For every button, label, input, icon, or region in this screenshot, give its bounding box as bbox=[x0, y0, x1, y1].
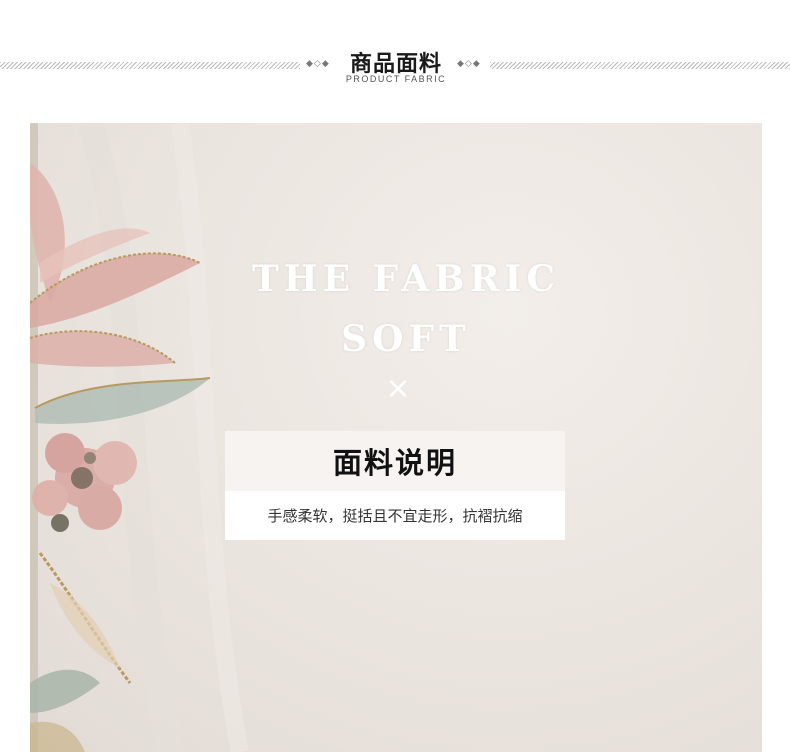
hatch-divider-left bbox=[0, 62, 300, 69]
diamond-ornament-left-icon: ◆◇◆ bbox=[306, 59, 330, 69]
fabric-info-box: 面料说明 手感柔软，挺括且不宜走形，抗褶抗缩 bbox=[225, 431, 565, 540]
fabric-photo: THE FABRIC SOFT × 面料说明 手感柔软，挺括且不宜走形，抗褶抗缩 bbox=[30, 123, 762, 752]
hatch-divider-right bbox=[490, 62, 790, 69]
headline-line-1: THE FABRIC bbox=[252, 258, 560, 300]
fabric-info-title: 面料说明 bbox=[225, 431, 565, 491]
times-separator-icon: × bbox=[385, 371, 411, 406]
diamond-ornament-right-icon: ◆◇◆ bbox=[457, 59, 481, 69]
section-subtitle: PRODUCT FABRIC bbox=[345, 74, 447, 84]
headline-line-2: SOFT bbox=[341, 318, 471, 360]
fabric-info-description: 手感柔软，挺括且不宜走形，抗褶抗缩 bbox=[225, 491, 565, 540]
section-header: ◆◇◆ 商品面料 PRODUCT FABRIC ◆◇◆ bbox=[0, 0, 790, 110]
